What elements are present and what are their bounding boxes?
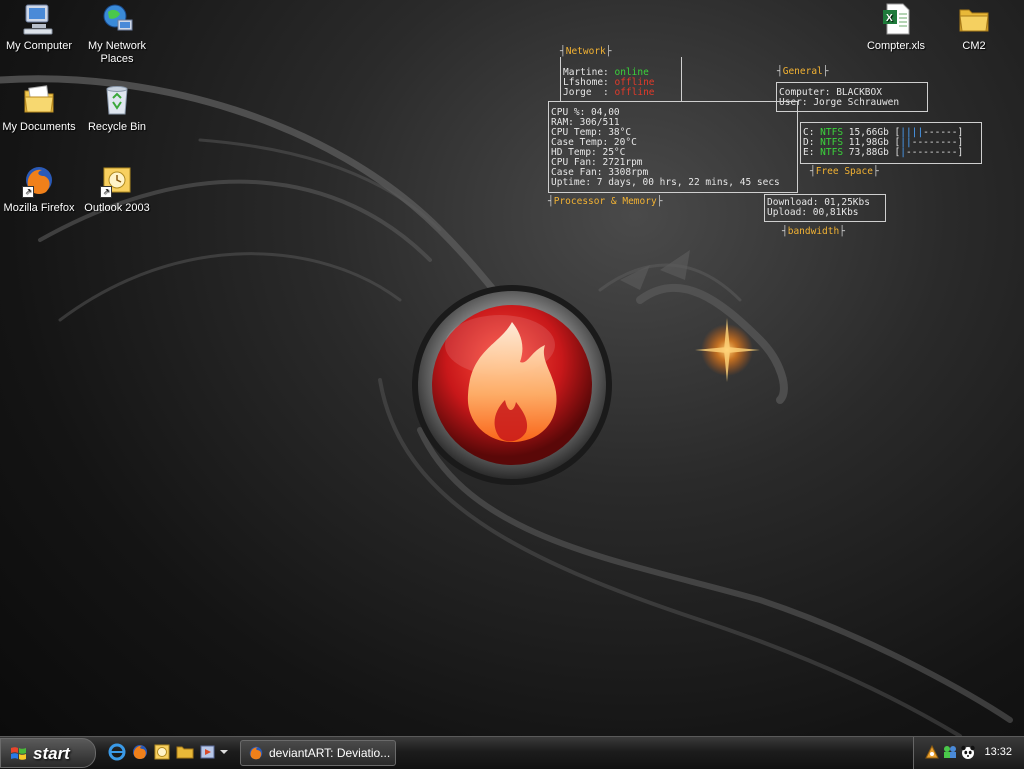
firefox-quicklaunch-icon[interactable]	[131, 743, 149, 761]
desktop-icon-label: My Computer	[5, 40, 73, 52]
upload-rate: Upload: 00,81Kbs	[767, 207, 859, 218]
conky-network: Martine: online Lfshome: offline Jorge :…	[563, 68, 655, 98]
start-label: start	[33, 744, 70, 763]
drive-bar-free: ---------	[906, 147, 958, 158]
desktop-icon-label: Recycle Bin	[87, 121, 147, 133]
windows-flag-icon	[11, 747, 26, 760]
chevron-down-icon[interactable]	[219, 743, 229, 761]
excel-file-icon: X	[879, 2, 913, 36]
svg-text:X: X	[886, 13, 893, 24]
taskbar: start deviantART: Deviatio... 13:32	[0, 736, 1024, 769]
host-name: Jorge :	[563, 87, 615, 98]
folder-quicklaunch-icon[interactable]	[176, 743, 194, 761]
documents-folder-icon	[22, 83, 56, 117]
firefox-task-icon	[249, 746, 263, 760]
task-title: deviantART: Deviatio...	[269, 746, 391, 760]
freespace-title-text: Free Space	[815, 166, 873, 177]
shortcut-arrow-icon: ↗	[100, 186, 112, 198]
folder-icon	[957, 2, 991, 36]
media-quicklaunch-icon[interactable]	[199, 743, 217, 761]
conky-freespace: C: NTFS 15,66Gb [||||------] D: NTFS 11,…	[803, 128, 963, 158]
tray-app-icon[interactable]	[924, 744, 940, 760]
desktop-icon-label: Compter.xls	[866, 40, 926, 52]
conky-bandwidth-title: bandwidth	[782, 227, 845, 237]
network-people-icon[interactable]	[942, 744, 958, 760]
conky-processor-title: Processor & Memory	[548, 197, 662, 207]
desktop-icon-label: My Network Places	[87, 40, 147, 65]
shortcut-arrow-icon: ↗	[22, 186, 34, 198]
drive-bar: [|---------]	[894, 147, 964, 158]
processor-title-text: Processor & Memory	[553, 196, 657, 207]
firefox-icon: ↗	[22, 164, 56, 198]
desktop-icon-label: Mozilla Firefox	[3, 202, 75, 214]
desktop-icon-label: Outlook 2003	[84, 202, 150, 214]
outlook-quicklaunch-icon[interactable]	[153, 743, 171, 761]
drive-size: 73,88Gb	[843, 147, 895, 158]
desktop-icon-outlook-2003[interactable]: ↗ Outlook 2003	[74, 164, 160, 215]
network-places-icon	[100, 2, 134, 36]
uptime: Uptime: 7 days, 00 hrs, 22 mins, 45 secs	[551, 177, 780, 188]
start-button[interactable]: start	[0, 738, 96, 768]
outlook-icon: ↗	[100, 164, 134, 198]
desktop-icon-label: My Documents	[2, 121, 76, 133]
conky-network-title: Network	[560, 47, 612, 57]
desktop-icon-my-computer[interactable]: My Computer	[0, 2, 82, 53]
desktop-icon-my-documents[interactable]: My Documents	[0, 83, 82, 134]
drive-letter: E:	[803, 147, 821, 158]
network-host-row: Jorge : offline	[563, 88, 655, 98]
desktop-icon-recycle-bin[interactable]: Recycle Bin	[74, 83, 160, 134]
taskbar-button-deviantart[interactable]: deviantART: Deviatio...	[240, 740, 396, 766]
desktop: My Computer My Network Places My Documen…	[0, 0, 1024, 736]
drive-fs: NTFS	[820, 147, 844, 158]
desktop-icon-mozilla-firefox[interactable]: ↗ Mozilla Firefox	[0, 164, 82, 215]
conky-bandwidth: Download: 01,25Kbs Upload: 00,81Kbs	[767, 198, 870, 218]
conky-general-title: General	[777, 67, 829, 77]
bandwidth-title-text: bandwidth	[787, 226, 840, 237]
internet-explorer-icon[interactable]	[108, 743, 126, 761]
clock[interactable]: 13:32	[984, 746, 1012, 758]
conky-freespace-title: Free Space	[810, 167, 879, 177]
network-title-text: Network	[565, 46, 606, 57]
desktop-icon-label: CM2	[962, 40, 986, 52]
drive-row: E: NTFS 73,88Gb [|---------]	[803, 148, 963, 158]
general-title-text: General	[782, 66, 823, 77]
host-status: offline	[614, 87, 655, 98]
desktop-icon-compter-xls[interactable]: X Compter.xls	[853, 2, 939, 53]
my-computer-icon	[22, 2, 56, 36]
panda-icon[interactable]	[960, 744, 976, 760]
desktop-icon-my-network-places[interactable]: My Network Places	[74, 2, 160, 66]
desktop-icon-cm2[interactable]: CM2	[931, 2, 1017, 53]
system-tray: 13:32	[913, 737, 1024, 769]
recycle-bin-icon	[100, 83, 134, 117]
conky-processor: CPU %: 04,00 RAM: 306/511 CPU Temp: 38°C…	[551, 108, 780, 188]
